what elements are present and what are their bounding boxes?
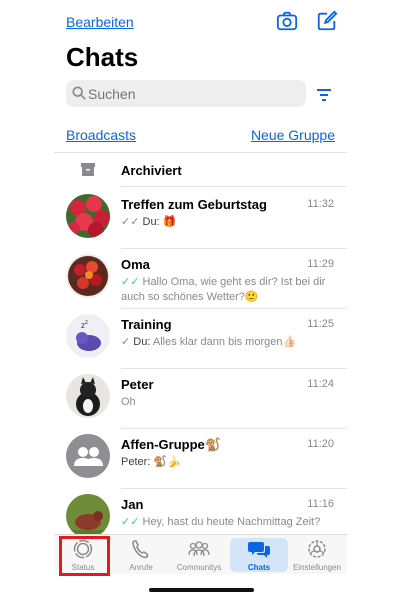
compose-icon[interactable] [316,10,338,32]
chat-name: Training [121,317,172,332]
divider [121,186,347,187]
tab-settings[interactable]: Einstellungen [288,535,346,575]
chat-time: 11:25 [307,318,334,330]
chat-preview: ✓✓ Hey, hast du heute Nachmittag Zeit? [121,515,331,530]
chat-row-birthday[interactable]: Treffen zum Geburtstag 11:32 ✓✓ Du: 🎁 [54,189,347,249]
chat-row-training[interactable]: z z Training 11:25 ✓ Du: Alles klar dann… [54,309,347,369]
read-ticks-icon: ✓✓ [121,516,140,528]
chat-name: Jan [121,497,144,512]
chat-row-affen-gruppe[interactable]: Affen-Gruppe🐒 11:20 Peter: 🐒🍌 [54,429,347,489]
avatar [66,254,110,298]
filter-icon[interactable] [316,88,332,102]
chat-time: 11:24 [307,378,334,390]
chat-preview: Oh [121,395,331,410]
search-icon [72,86,86,100]
chat-message: Hey, hast du heute Nachmittag Zeit? [142,516,321,528]
tab-label: Anrufe [129,563,153,572]
phone-icon [132,540,149,559]
edit-button[interactable]: Bearbeiten [66,14,134,30]
search-input[interactable] [88,80,298,107]
broadcasts-link[interactable]: Broadcasts [66,127,136,143]
sent-ticks-icon: ✓✓ [121,216,140,228]
chat-message: Alles klar dann bis morgen👍🏻 [152,336,297,348]
sent-tick-icon: ✓ [121,336,131,348]
avatar [66,494,110,538]
home-indicator [149,588,254,592]
chat-time: 11:20 [307,438,334,450]
archived-label: Archiviert [121,163,182,178]
page-title: Chats [66,42,139,72]
chat-time: 11:16 [307,498,334,510]
chat-row-oma[interactable]: Oma 11:29 ✓✓ Hallo Oma, wie geht es dir?… [54,249,347,309]
search-bar[interactable] [66,80,306,107]
chat-row-peter[interactable]: Peter 11:24 Oh [54,369,347,429]
chat-name: Affen-Gruppe🐒 [121,437,221,452]
chat-preview: ✓ Du: Alles klar dann bis morgen👍🏻 [121,335,331,350]
status-tab-highlight [59,536,110,576]
tab-label: Communitys [176,563,222,572]
chat-name: Peter [121,377,154,392]
archived-row[interactable]: Archiviert [54,153,347,187]
tab-label: Chats [247,563,271,572]
tab-communities[interactable]: Communitys [170,535,228,575]
tab-chats[interactable]: Chats [230,538,288,572]
archive-icon [81,163,95,176]
chat-message: Hallo Oma, wie geht es dir? Ist bei dir … [121,276,326,303]
chat-message: 🐒🍌 [153,456,181,468]
tab-label: Einstellungen [292,563,342,572]
chat-name: Treffen zum Geburtstag [121,197,267,212]
chats-icon [248,542,270,558]
chat-preview: Peter: 🐒🍌 [121,455,331,470]
chat-sender: Peter: [121,456,151,468]
new-group-link[interactable]: Neue Gruppe [251,127,335,143]
avatar [66,194,110,238]
chat-message: 🎁 [162,216,177,228]
chat-preview: ✓✓ Du: 🎁 [121,215,331,230]
settings-icon [308,540,326,558]
avatar: z z [66,314,110,358]
camera-icon[interactable] [276,10,298,32]
chat-sender: Du: [142,216,160,228]
chat-preview: ✓✓ Hallo Oma, wie geht es dir? Ist bei d… [121,275,331,305]
communities-icon [188,541,210,557]
list-links: Broadcasts Neue Gruppe [66,127,335,147]
read-ticks-icon: ✓✓ [121,276,140,288]
whatsapp-chats-screen: Bearbeiten Chats Broadcasts Neue Gruppe [54,0,347,600]
chat-time: 11:32 [307,198,334,210]
chat-name: Oma [121,257,150,272]
tab-calls[interactable]: Anrufe [112,535,170,575]
svg-text:z: z [85,320,88,326]
chat-time: 11:29 [307,258,334,270]
group-avatar [66,434,110,478]
chat-sender: Du: [133,336,151,348]
chat-message: Oh [121,396,136,408]
top-bar: Bearbeiten [66,10,338,36]
avatar [66,374,110,418]
